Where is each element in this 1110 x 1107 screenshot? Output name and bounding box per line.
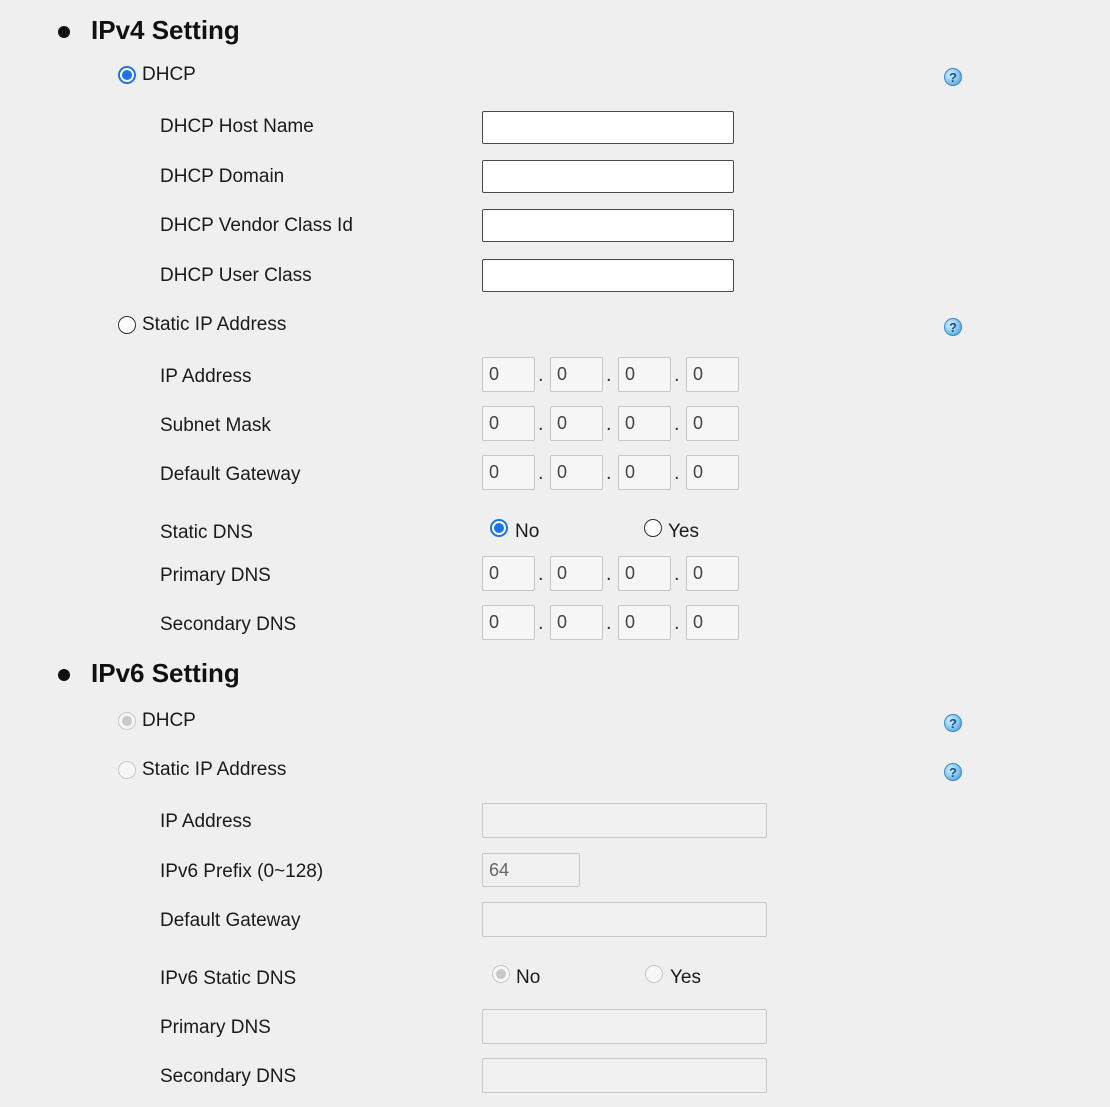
octet-separator: . [606, 413, 612, 435]
ipv6-primary-dns-label: Primary DNS [160, 1017, 271, 1038]
octet-separator: . [538, 413, 544, 435]
default-gateway-octet-1[interactable]: 0 [482, 455, 535, 490]
ipv6-primary-dns-input[interactable] [482, 1009, 767, 1044]
ip-address-label: IP Address [160, 366, 252, 387]
ipv6-secondary-dns-input[interactable] [482, 1058, 767, 1093]
octet-separator: . [538, 612, 544, 634]
ipv6-section-title: IPv6 Setting [91, 658, 240, 688]
dhcp-host-name-label: DHCP Host Name [160, 116, 314, 137]
primary-dns-octet-4[interactable]: 0 [686, 556, 739, 591]
octet-separator: . [606, 563, 612, 585]
secondary-dns-octet-4[interactable]: 0 [686, 605, 739, 640]
octet-separator: . [606, 612, 612, 634]
primary-dns-label: Primary DNS [160, 565, 271, 586]
secondary-dns-octet-3[interactable]: 0 [618, 605, 671, 640]
subnet-mask-octet-3[interactable]: 0 [618, 406, 671, 441]
octet-separator: . [606, 364, 612, 386]
static-dns-yes-radio[interactable] [644, 519, 662, 537]
ipv4-static-label: Static IP Address [142, 314, 287, 335]
help-icon[interactable]: ? [944, 68, 962, 86]
secondary-dns-octet-2[interactable]: 0 [550, 605, 603, 640]
dhcp-domain-label: DHCP Domain [160, 166, 285, 187]
octet-separator: . [674, 563, 680, 585]
octet-separator: . [674, 413, 680, 435]
octet-separator: . [538, 364, 544, 386]
ipv6-static-dns-label: IPv6 Static DNS [160, 968, 297, 989]
ipv6-prefix-label: IPv6 Prefix (0~128) [160, 861, 324, 882]
ipv6-static-dns-yes-label: Yes [670, 967, 701, 988]
primary-dns-octet-3[interactable]: 0 [618, 556, 671, 591]
subnet-mask-octet-4[interactable]: 0 [686, 406, 739, 441]
dhcp-user-class-label: DHCP User Class [160, 265, 312, 286]
static-dns-yes-label: Yes [668, 521, 699, 542]
ipv4-dhcp-label: DHCP [142, 64, 196, 85]
secondary-dns-octet-1[interactable]: 0 [482, 605, 535, 640]
default-gateway-label: Default Gateway [160, 464, 301, 485]
ipv6-default-gateway-input[interactable] [482, 902, 767, 937]
octet-separator: . [674, 364, 680, 386]
ipv6-default-gateway-label: Default Gateway [160, 910, 301, 931]
dhcp-host-name-input[interactable] [482, 111, 734, 144]
help-icon[interactable]: ? [944, 714, 962, 732]
ipv6-static-dns-no-label: No [516, 967, 541, 988]
default-gateway-octet-3[interactable]: 0 [618, 455, 671, 490]
dhcp-domain-input[interactable] [482, 160, 734, 193]
ipv6-dhcp-label: DHCP [142, 710, 196, 731]
octet-separator: . [538, 563, 544, 585]
dhcp-vendor-class-input[interactable] [482, 209, 734, 242]
ipv6-static-label: Static IP Address [142, 759, 287, 780]
ip-address-octet-2[interactable]: 0 [550, 357, 603, 392]
section-bullet [58, 26, 70, 38]
secondary-dns-label: Secondary DNS [160, 614, 297, 635]
section-bullet [58, 669, 70, 681]
ipv4-static-radio[interactable] [118, 316, 136, 334]
dhcp-user-class-input[interactable] [482, 259, 734, 292]
ipv6-ip-address-label: IP Address [160, 811, 252, 832]
ipv6-static-dns-no-radio[interactable] [492, 965, 510, 983]
help-icon[interactable]: ? [944, 318, 962, 336]
default-gateway-octet-2[interactable]: 0 [550, 455, 603, 490]
ipv6-secondary-dns-label: Secondary DNS [160, 1066, 297, 1087]
ipv6-ip-address-input[interactable] [482, 803, 767, 838]
ipv4-dhcp-radio[interactable] [118, 66, 136, 84]
octet-separator: . [538, 462, 544, 484]
primary-dns-octet-2[interactable]: 0 [550, 556, 603, 591]
ipv6-prefix-input[interactable] [482, 853, 580, 887]
ipv6-static-radio[interactable] [118, 761, 136, 779]
ip-address-octet-4[interactable]: 0 [686, 357, 739, 392]
help-icon[interactable]: ? [944, 763, 962, 781]
ip-address-octet-3[interactable]: 0 [618, 357, 671, 392]
dhcp-vendor-class-label: DHCP Vendor Class Id [160, 215, 353, 236]
octet-separator: . [674, 462, 680, 484]
ip-address-octet-1[interactable]: 0 [482, 357, 535, 392]
subnet-mask-octet-1[interactable]: 0 [482, 406, 535, 441]
octet-separator: . [674, 612, 680, 634]
ipv6-static-dns-yes-radio[interactable] [645, 965, 663, 983]
static-dns-no-radio[interactable] [490, 519, 508, 537]
subnet-mask-label: Subnet Mask [160, 415, 271, 436]
default-gateway-octet-4[interactable]: 0 [686, 455, 739, 490]
subnet-mask-octet-2[interactable]: 0 [550, 406, 603, 441]
primary-dns-octet-1[interactable]: 0 [482, 556, 535, 591]
ipv4-section-title: IPv4 Setting [91, 15, 240, 45]
ipv6-dhcp-radio[interactable] [118, 712, 136, 730]
static-dns-label: Static DNS [160, 522, 253, 543]
octet-separator: . [606, 462, 612, 484]
static-dns-no-label: No [515, 521, 540, 542]
